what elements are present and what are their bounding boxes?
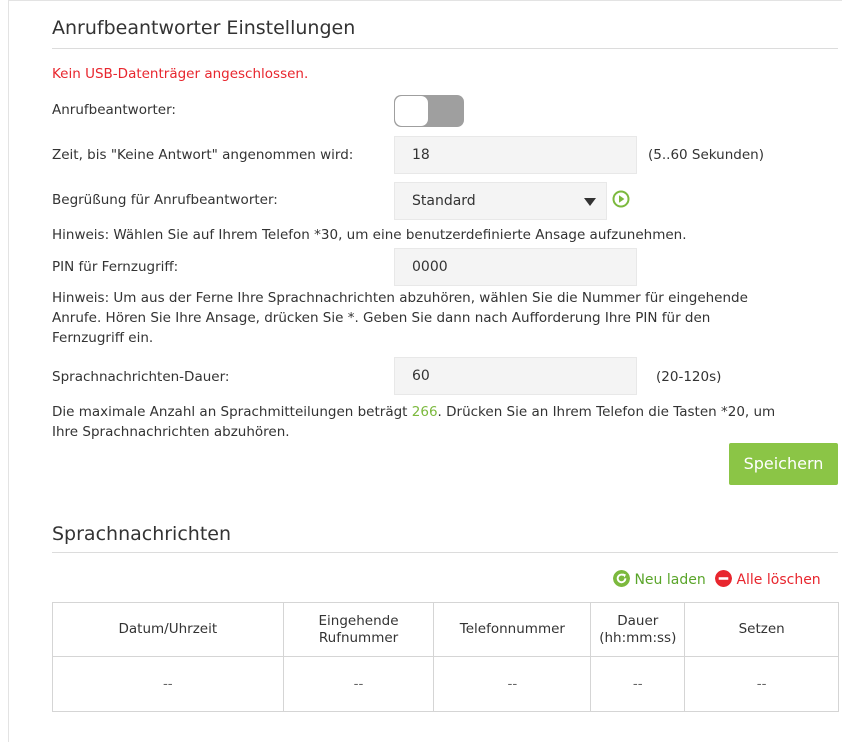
pin-label: PIN für Fernzugriff: bbox=[52, 259, 179, 275]
refresh-icon bbox=[613, 570, 630, 587]
greeting-label: Begrüßung für Anrufbeantworter: bbox=[52, 192, 278, 208]
max-messages-suffix: . Drücken Sie an Ihrem Telefon die Taste… bbox=[437, 404, 776, 420]
column-header-set-text: Setzen bbox=[738, 621, 785, 637]
greeting-select[interactable]: Standard bbox=[394, 182, 607, 220]
column-header-incoming-number-line-2: Rufnummer bbox=[318, 629, 399, 646]
play-greeting-icon[interactable] bbox=[612, 190, 630, 208]
column-header-phone-number-text: Telefonnummer bbox=[459, 621, 565, 637]
duration-label: Sprachnachrichten-Dauer: bbox=[52, 369, 230, 385]
pin-input[interactable]: 0000 bbox=[394, 248, 637, 286]
timeout-input[interactable]: 18 bbox=[394, 136, 637, 174]
delete-all-link[interactable]: Alle löschen bbox=[715, 570, 821, 588]
usb-error-message: Kein USB-Datenträger angeschlossen. bbox=[52, 66, 309, 82]
toggle-knob bbox=[395, 96, 428, 126]
table-cell: -- bbox=[684, 656, 839, 712]
column-header-duration-line-2: (hh:mm:ss) bbox=[599, 629, 677, 646]
column-header-set: Setzen bbox=[684, 602, 839, 657]
column-header-incoming-number-line-1: Eingehende bbox=[318, 612, 399, 629]
max-messages-line-1: Die maximale Anzahl an Sprachmitteilunge… bbox=[52, 402, 842, 422]
divider bbox=[52, 48, 838, 49]
duration-input[interactable]: 60 bbox=[394, 357, 637, 395]
duration-unit: (20-120s) bbox=[656, 369, 722, 385]
remote-hint-line-1: Hinweis: Um aus der Ferne Ihre Sprachnac… bbox=[52, 290, 748, 306]
column-header-datetime: Datum/Uhrzeit bbox=[52, 602, 284, 657]
table-cell: -- bbox=[433, 656, 592, 712]
minus-circle-icon bbox=[715, 570, 732, 587]
column-header-incoming-number: Eingehende Rufnummer bbox=[282, 602, 435, 657]
max-messages-line-2: Ihre Sprachnachrichten abzuhören. bbox=[52, 424, 290, 440]
table-cell: -- bbox=[282, 656, 435, 712]
divider bbox=[52, 552, 838, 553]
answering-machine-toggle[interactable] bbox=[394, 95, 464, 127]
table-header-row: Datum/Uhrzeit Eingehende Rufnummer Telefo… bbox=[52, 602, 839, 657]
table-cell: -- bbox=[590, 656, 686, 712]
column-header-phone-number: Telefonnummer bbox=[433, 602, 592, 657]
table-cell: -- bbox=[52, 656, 284, 712]
table-row: -- -- -- -- -- bbox=[52, 656, 839, 712]
timeout-unit: (5..60 Sekunden) bbox=[648, 147, 764, 163]
max-messages-note: Die maximale Anzahl an Sprachmitteilunge… bbox=[52, 402, 842, 442]
reload-label: Neu laden bbox=[634, 572, 706, 588]
greeting-selected-value: Standard bbox=[412, 193, 476, 209]
remote-access-hint: Hinweis: Um aus der Ferne Ihre Sprachnac… bbox=[52, 288, 842, 348]
messages-table: Datum/Uhrzeit Eingehende Rufnummer Telefo… bbox=[52, 602, 839, 712]
column-header-duration: Dauer (hh:mm:ss) bbox=[590, 602, 686, 657]
settings-title: Anrufbeantworter Einstellungen bbox=[52, 17, 356, 39]
answering-machine-label: Anrufbeantworter: bbox=[52, 102, 176, 118]
column-header-duration-line-1: Dauer bbox=[617, 612, 659, 629]
remote-hint-line-2: Anrufe. Hören Sie Ihre Ansage, drücken S… bbox=[52, 310, 711, 326]
max-messages-prefix: Die maximale Anzahl an Sprachmitteilunge… bbox=[52, 404, 412, 420]
messages-title: Sprachnachrichten bbox=[52, 523, 231, 545]
save-button[interactable]: Speichern bbox=[729, 443, 838, 485]
timeout-label: Zeit, bis "Keine Antwort" angenommen wir… bbox=[52, 147, 354, 163]
delete-all-label: Alle löschen bbox=[736, 572, 821, 588]
max-messages-count: 266 bbox=[411, 404, 438, 420]
reload-link[interactable]: Neu laden bbox=[613, 570, 706, 588]
dropdown-arrow-icon bbox=[584, 198, 596, 206]
greeting-hint: Hinweis: Wählen Sie auf Ihrem Telefon *3… bbox=[52, 227, 687, 243]
remote-hint-line-3: Fernzugriff ein. bbox=[52, 330, 154, 346]
column-header-datetime-text: Datum/Uhrzeit bbox=[118, 621, 218, 637]
